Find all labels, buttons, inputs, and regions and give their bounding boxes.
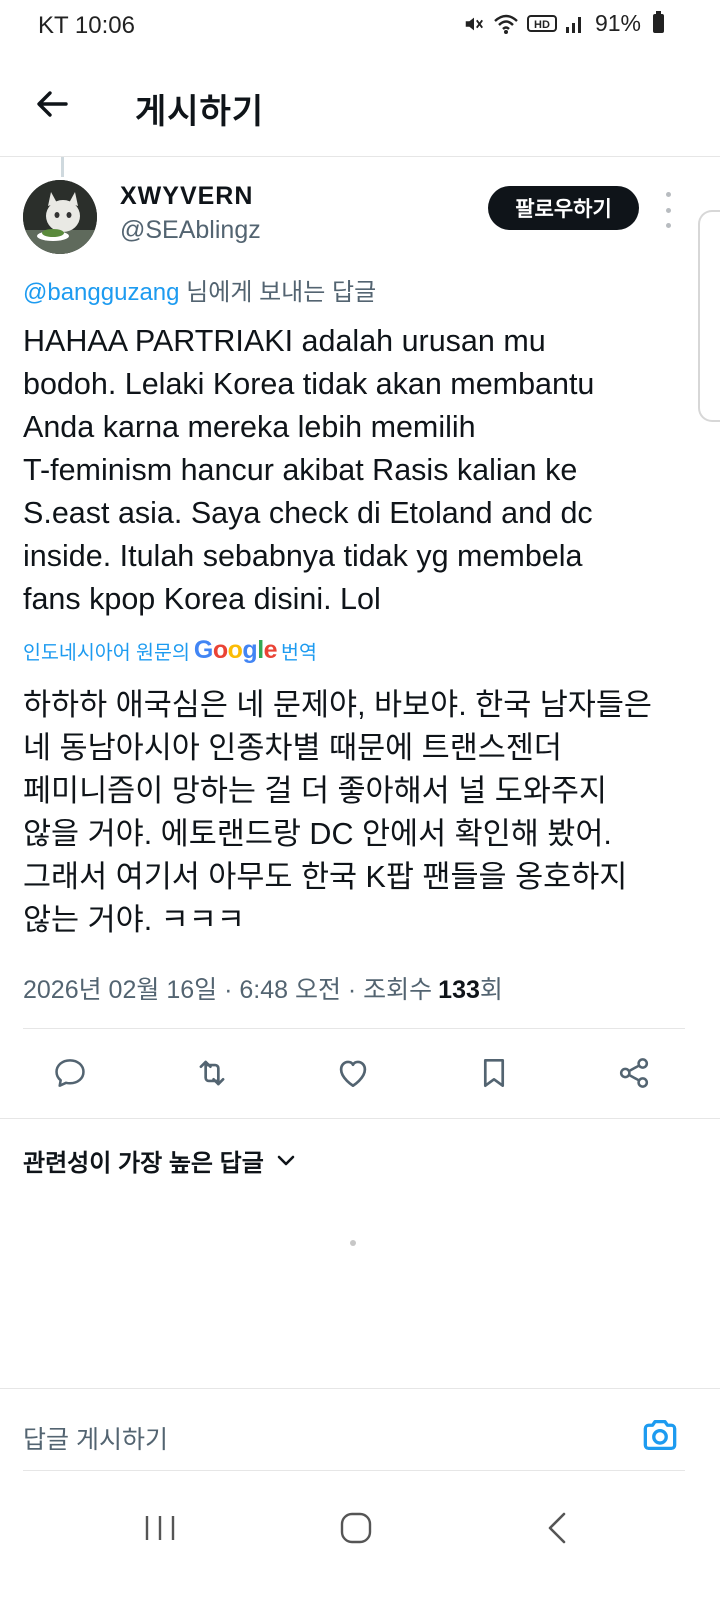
recent-apps-button[interactable] — [140, 1508, 180, 1548]
google-logo-o2: o — [227, 636, 243, 664]
views-suffix: 회 — [479, 976, 503, 1004]
google-logo-g: G — [193, 636, 213, 664]
home-icon — [340, 1512, 372, 1544]
translated-text: 하하하 애국심은 네 문제야, 바보야. 한국 남자들은 네 동남아시아 인종차… — [23, 688, 652, 937]
more-options-icon[interactable] — [660, 192, 676, 228]
like-icon — [339, 1060, 367, 1088]
share-button[interactable] — [608, 1047, 660, 1099]
bookmark-button[interactable] — [468, 1047, 520, 1099]
thread-line — [61, 157, 64, 177]
home-button[interactable] — [336, 1508, 376, 1548]
google-logo-g2: g — [242, 636, 258, 664]
recent-apps-icon — [145, 1516, 175, 1540]
divider — [0, 1388, 720, 1389]
tweet-meta: 2026년 02월 16일 · 6:48 오전 · 조회수 133회 — [23, 970, 503, 1006]
action-bar — [0, 1047, 720, 1099]
camera-button[interactable] — [638, 1413, 682, 1457]
reply-input[interactable]: 답글 게시하기 — [23, 1420, 168, 1456]
reply-to-label: @bangguzang 님에게 보내는 답글 — [23, 272, 376, 307]
google-logo: Google — [193, 636, 278, 665]
status-time: KT 10:06 — [38, 12, 135, 39]
reply-to-suffix: 님에게 보내는 답글 — [179, 279, 377, 306]
scroll-handle[interactable] — [698, 210, 720, 422]
nav-back-button[interactable] — [538, 1508, 578, 1548]
tweet-text: HAHAA PARTRIAKI adalah urusan mu bodoh. … — [23, 324, 595, 616]
author-handle[interactable]: @SEAblingz — [120, 216, 261, 245]
back-button[interactable] — [30, 82, 74, 126]
tweet-datetime: 2026년 02월 16일 · 6:48 오전 · 조회수 — [23, 976, 433, 1004]
mute-icon — [465, 17, 483, 30]
camera-icon — [643, 1419, 677, 1451]
share-icon — [619, 1058, 649, 1088]
bookmark-icon — [483, 1058, 505, 1088]
reply-sort-label: 관련성이 가장 높은 답글 — [23, 1150, 264, 1177]
status-icons: HD 91% — [463, 10, 664, 37]
retweet-icon — [199, 1060, 225, 1086]
chevron-left-icon — [548, 1512, 566, 1544]
divider — [23, 1028, 685, 1029]
translation-prefix: 인도네시아어 원문의 — [23, 642, 190, 664]
google-logo-e: e — [263, 636, 278, 664]
signal-icon — [565, 16, 581, 33]
divider — [23, 1470, 685, 1471]
battery-percent: 91% — [594, 10, 641, 36]
like-button[interactable] — [327, 1047, 379, 1099]
author-name[interactable]: XWYVERN — [120, 182, 253, 211]
header-divider — [0, 156, 720, 157]
reply-mention-link[interactable]: @bangguzang — [23, 279, 180, 306]
battery-icon — [653, 11, 664, 33]
page-title: 게시하기 — [135, 93, 265, 131]
avatar[interactable] — [23, 180, 97, 254]
follow-button[interactable]: 팔로우하기 — [488, 186, 639, 230]
views-number: 133 — [438, 976, 480, 1004]
reply-button[interactable] — [44, 1047, 96, 1099]
reply-icon — [55, 1059, 85, 1087]
reply-sort-dropdown[interactable]: 관련성이 가장 높은 답글 — [23, 1143, 296, 1178]
loading-indicator — [350, 1240, 356, 1246]
translation-suffix: 번역 — [281, 642, 317, 664]
translation-label[interactable]: 인도네시아어 원문의 Google 번역 — [23, 636, 317, 665]
google-logo-o1: o — [212, 636, 228, 664]
divider — [0, 1118, 720, 1119]
wifi-icon — [494, 14, 518, 34]
view-count[interactable]: 133회 — [438, 970, 503, 1006]
svg-text:HD: HD — [534, 19, 550, 31]
retweet-button[interactable] — [186, 1047, 238, 1099]
arrow-left-icon — [37, 91, 68, 117]
chevron-down-icon — [277, 1155, 295, 1165]
hd-icon: HD — [526, 14, 557, 32]
